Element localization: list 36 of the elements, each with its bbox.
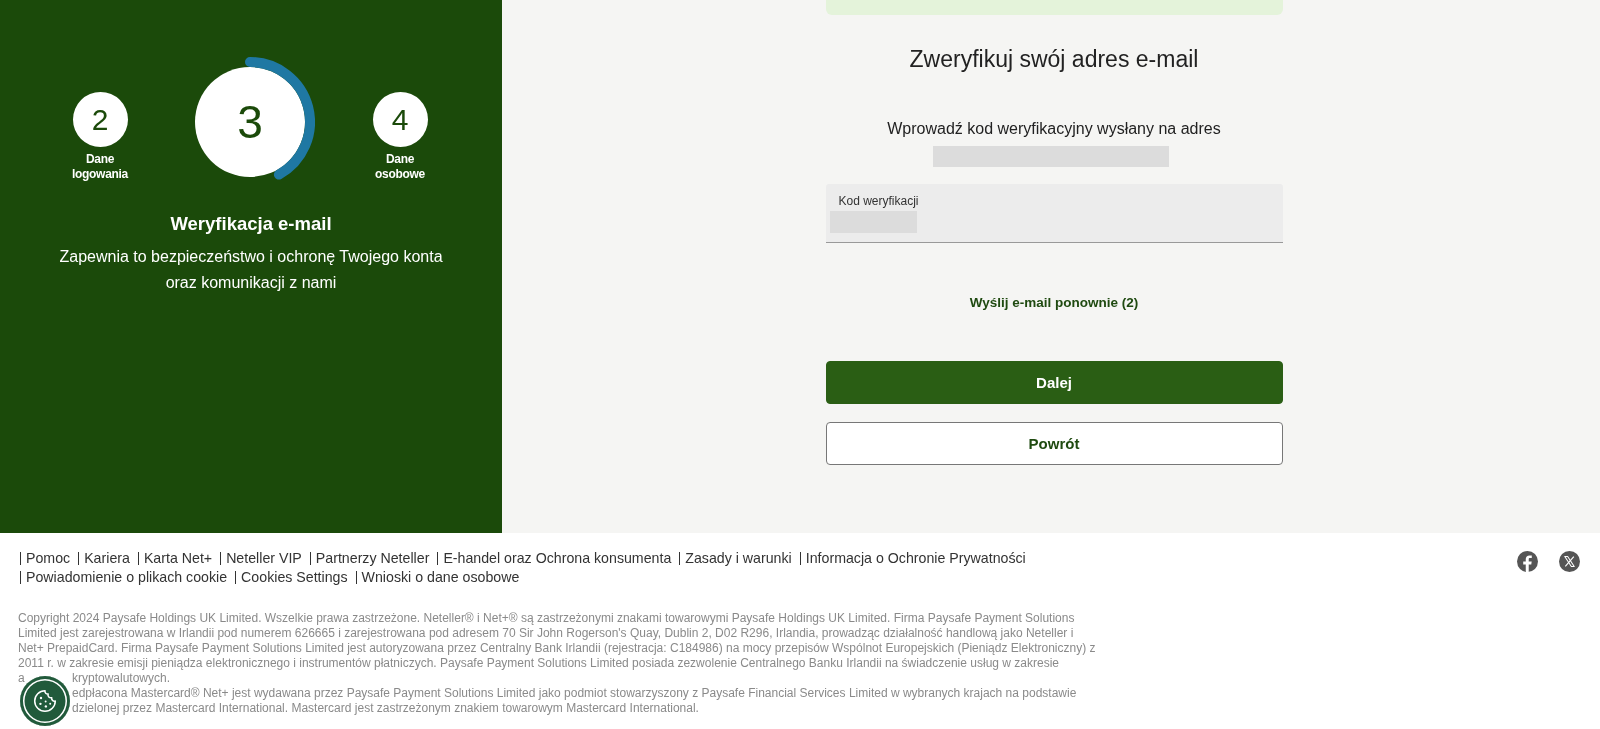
copyright-text: kryptowalutowych.	[72, 671, 171, 686]
step-description: Zapewnia to bezpieczeństwo i ochronę Twojego konta oraz komunikacji z nami	[58, 247, 444, 293]
cookie-icon	[32, 688, 58, 714]
footer-link[interactable]: Wnioski o dane osobowe	[361, 568, 520, 587]
footer-link[interactable]: Informacja o Ochronie Prywatności	[805, 549, 1026, 568]
x-logo-icon[interactable]	[1559, 551, 1580, 572]
form-heading: Zweryfikuj swój adres e-mail	[909, 45, 1199, 74]
back-button[interactable]: Powrót	[825, 422, 1283, 465]
step-number: 3	[195, 67, 305, 177]
footer-link[interactable]: Partnerzy Neteller	[315, 549, 430, 568]
step-number: 2	[72, 92, 128, 147]
copyright-text: Net+ PrepaidCard. Firma Paysafe Payment Solutions Limited jest autoryzowana przez Centralny Bank Irlandii (rejestracja: C184986) na mocy przepisów Wspólnot Europejskich (Pieniądz Elektroniczny) z	[18, 641, 1096, 656]
copyright-text: Copyright 2024 Paysafe Holdings UK Limited. Wszelkie prawa zastrzeżone. Neteller® i Net+® są zastrzeżonymi znakami towarowymi Paysafe Holdings UK Limited. Firma Paysafe Payment Solutions	[18, 611, 1075, 626]
copyright-text: dzielonej przez Mastercard International. Mastercard jest zastrzeżonym znakiem towarowym Mastercard International.	[72, 701, 699, 716]
footer-link[interactable]: Kariera	[84, 549, 130, 568]
cookie-button[interactable]	[20, 676, 70, 726]
step-label: Dane logowania	[71, 152, 130, 182]
footer-link[interactable]: Karta Net+	[143, 549, 213, 568]
copyright-text: a	[18, 671, 25, 685]
step-number: 4	[372, 92, 428, 147]
copyright-text: edpłacona Mastercard® Net+ jest wydawana przez Paysafe Payment Solutions Limited jako podmiot stowarzyszony z Paysafe Financial Services Limited w wybranych krajach na podstawie	[72, 686, 1077, 701]
instruction-text: Wprowadź kod weryfikacyjny wysłany na adres	[887, 119, 1221, 139]
footer-link[interactable]: Pomoc	[26, 549, 71, 568]
footer-link[interactable]: Neteller VIP	[226, 549, 302, 568]
next-button[interactable]: Dalej	[825, 361, 1283, 404]
facebook-icon[interactable]	[1517, 551, 1538, 572]
footer-link[interactable]: Cookies Settings	[241, 568, 348, 587]
footer-link[interactable]: Zasady i warunki	[685, 549, 792, 568]
copyright-text: 2011 r. w zakresie emisji pieniądza elektronicznego i instrumentów płatniczych. Paysafe Payment Solutions Limited posiada zezwolenie Centralnego Banku Irlandii na świadczenie usług w zakresie	[18, 656, 1059, 671]
resend-email-link[interactable]: Wyślij e-mail ponownie (2)	[969, 294, 1139, 312]
footer-link[interactable]: Powiadomienie o plikach cookie	[26, 568, 228, 587]
verification-code-field[interactable]: Kod weryfikacji	[825, 184, 1283, 243]
footer-link[interactable]: E-handel oraz Ochrona konsumenta	[443, 549, 672, 568]
step-label: Dane osobowe	[374, 152, 426, 182]
copyright-text: Limited jest zarejestrowana w Irlandii pod numerem 626665 i zarejestrowana pod adresem 70 Sir John Rogerson's Quay, Dublin 2, D02 R296, Irlandia, prowadząc działalność handlową jako Neteller i	[18, 626, 1074, 641]
step-title: Weryfikacja e-mail	[170, 212, 332, 236]
